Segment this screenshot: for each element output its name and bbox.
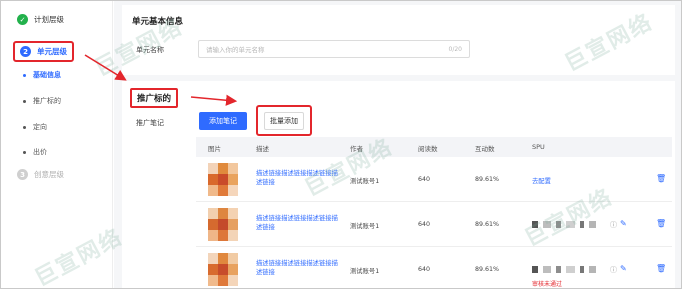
note-desc-link[interactable]: 描述链接描述链接描述链接描述链接	[256, 259, 342, 277]
sidebar-item-targeting[interactable]: 定向	[23, 122, 47, 132]
edit-icon[interactable]: ✎	[620, 264, 627, 273]
col-spu: SPU	[532, 143, 545, 151]
note-thumbnail	[208, 163, 238, 196]
note-reads: 640	[418, 266, 431, 273]
sidebar-item-basic-info[interactable]: 基础信息	[23, 70, 61, 80]
note-thumbnail	[208, 208, 238, 241]
step-number-badge: 3	[17, 169, 28, 180]
sidebar-item-label: 定向	[33, 123, 47, 131]
note-interact: 89.61%	[475, 221, 500, 228]
trash-icon[interactable]: 🗑	[656, 174, 666, 183]
table-row: 描述链接描述链接描述链接描述链接 测试账号1 640 89.61% ⓘ ✎ 🗑	[196, 202, 672, 247]
table-row: 描述链接描述链接描述链接描述链接 测试账号1 640 89.61% 审核未通过 …	[196, 247, 672, 289]
sidebar-item-label: 出价	[33, 148, 47, 156]
bullet-icon	[23, 125, 26, 129]
unit-name-label: 单元名称	[136, 46, 164, 54]
spu-redacted	[532, 266, 596, 273]
info-icon: ⓘ	[610, 266, 617, 274]
step-plan-label: 计划层级	[34, 15, 64, 24]
col-image: 图片	[208, 145, 221, 153]
bullet-icon	[23, 150, 26, 154]
batch-add-button[interactable]: 批量添加	[264, 112, 304, 130]
col-interact: 互动数	[475, 145, 495, 153]
trash-icon[interactable]: 🗑	[656, 264, 666, 273]
step-number-badge: 2	[20, 46, 31, 57]
step-unit-label: 单元层级	[37, 47, 67, 56]
info-icon: ⓘ	[610, 221, 617, 229]
edit-icon[interactable]: ✎	[620, 219, 627, 228]
col-reads: 阅读数	[418, 145, 438, 153]
basic-info-card: 单元基本信息 单元名称 请输入你的单元名称 0/20	[122, 5, 675, 75]
note-desc-link[interactable]: 描述链接描述链接描述链接描述链接	[256, 169, 342, 187]
note-author: 测试账号1	[350, 178, 380, 185]
promo-target-card: 推广标的 推广笔记 添加笔记 批量添加 图片 描述 作者 阅读数 互动数 SPU	[122, 81, 675, 288]
char-counter: 0/20	[448, 45, 462, 53]
promo-notes-label: 推广笔记	[136, 119, 164, 127]
promo-section-title: 推广标的	[130, 88, 179, 108]
sidebar-item-label: 推广标的	[33, 97, 61, 105]
note-desc-link[interactable]: 描述链接描述链接描述链接描述链接	[256, 214, 342, 232]
bullet-icon	[23, 73, 26, 77]
step-creative-level[interactable]: 3 创意层级	[17, 169, 64, 180]
note-interact: 89.61%	[475, 176, 500, 183]
note-reads: 640	[418, 221, 431, 228]
note-interact: 89.61%	[475, 266, 500, 273]
sidebar-item-bid[interactable]: 出价	[23, 147, 47, 157]
col-author: 作者	[350, 145, 363, 153]
step-sidebar: ✓ 计划层级 2 单元层级 基础信息 推广标的 定向 出价 3 创意层级	[1, 1, 113, 288]
note-reads: 640	[418, 176, 431, 183]
trash-icon[interactable]: 🗑	[656, 219, 666, 228]
step-creative-label: 创意层级	[34, 170, 64, 179]
sidebar-item-promo-target[interactable]: 推广标的	[23, 96, 61, 106]
step-plan-level[interactable]: ✓ 计划层级	[17, 14, 64, 25]
configure-spu-link[interactable]: 去配置	[532, 176, 551, 185]
spu-review-failed-status: 审核未通过	[532, 281, 563, 288]
note-author: 测试账号1	[350, 268, 380, 275]
unit-name-placeholder: 请输入你的单元名称	[206, 46, 265, 54]
step-unit-level[interactable]: 2 单元层级	[13, 41, 74, 62]
sidebar-item-label: 基础信息	[33, 71, 61, 79]
table-row: 描述链接描述链接描述链接描述链接 测试账号1 640 89.61% 去配置 🗑	[196, 157, 672, 202]
table-header: 图片 描述 作者 阅读数 互动数 SPU	[196, 137, 672, 157]
note-thumbnail	[208, 253, 238, 286]
check-icon: ✓	[17, 14, 28, 25]
main-content: 单元基本信息 单元名称 请输入你的单元名称 0/20 推广标的 推广笔记 添加笔…	[114, 1, 681, 288]
add-note-button[interactable]: 添加笔记	[199, 112, 247, 130]
bullet-icon	[23, 99, 26, 103]
spu-redacted	[532, 221, 596, 228]
section-title: 单元基本信息	[132, 17, 184, 27]
unit-name-input[interactable]: 请输入你的单元名称 0/20	[198, 40, 470, 58]
batch-add-highlight: 批量添加	[256, 105, 312, 136]
note-author: 测试账号1	[350, 223, 380, 230]
col-desc: 描述	[256, 145, 269, 153]
